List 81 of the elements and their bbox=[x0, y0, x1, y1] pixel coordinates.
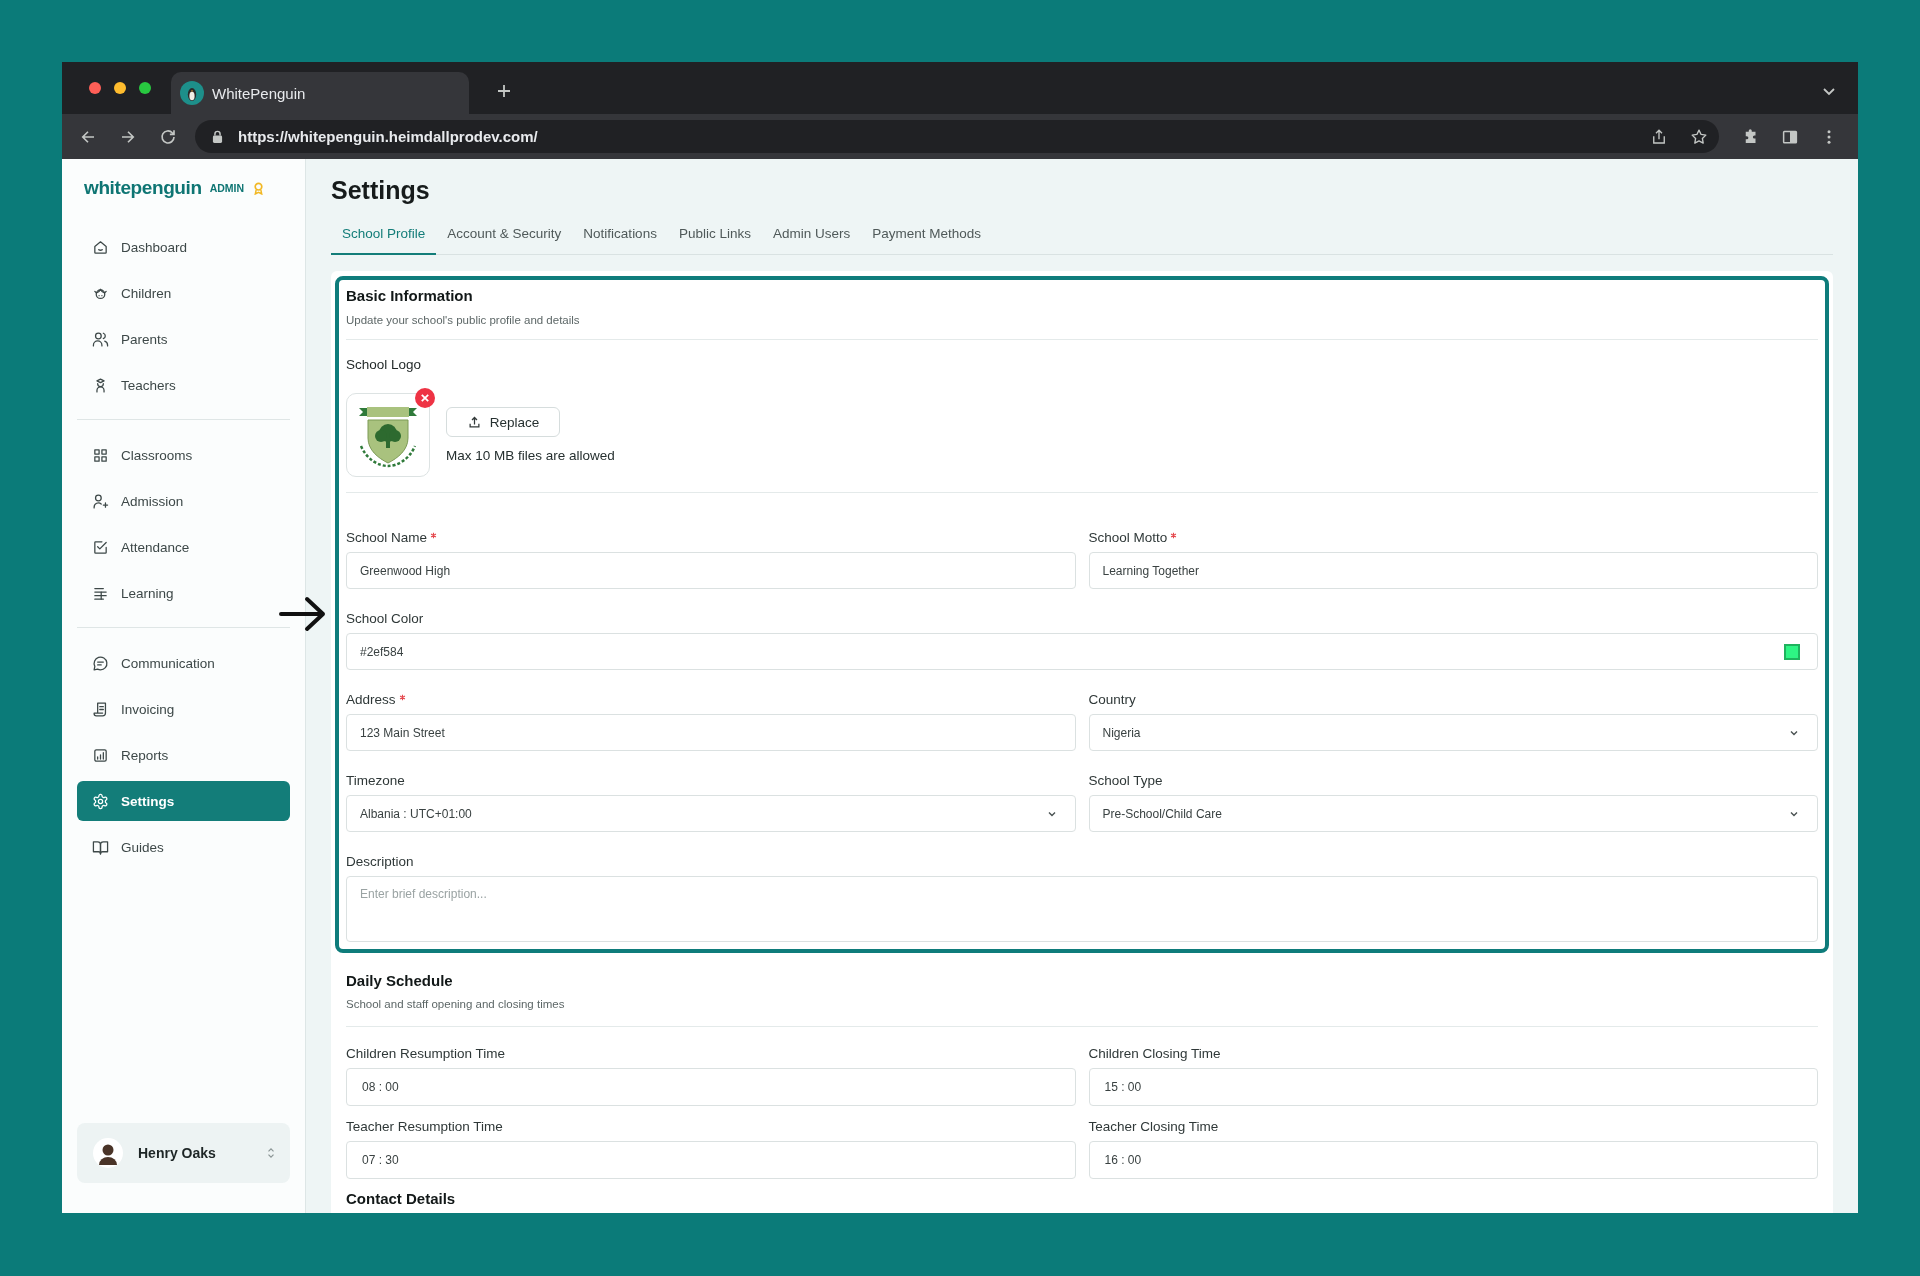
reload-icon[interactable] bbox=[159, 127, 177, 146]
nav-item[interactable]: Invoicing bbox=[77, 689, 290, 729]
field-label: School Color bbox=[346, 610, 424, 628]
text-field[interactable]: Greenwood High bbox=[346, 552, 1076, 589]
text-field[interactable]: Learning Together bbox=[1088, 552, 1818, 589]
nav-item[interactable]: Teachers bbox=[77, 365, 290, 405]
avatar-icon bbox=[93, 1138, 123, 1168]
share-icon[interactable] bbox=[1650, 127, 1668, 146]
time-field[interactable]: 07 : 30 bbox=[346, 1141, 1076, 1179]
tab[interactable]: Payment Methods bbox=[861, 215, 993, 255]
section-title: Daily Schedule bbox=[346, 971, 454, 991]
book-icon bbox=[92, 838, 109, 856]
bar-chart-icon bbox=[92, 746, 109, 764]
field-label: Teacher Closing Time bbox=[1088, 1118, 1219, 1136]
field-label: Children Closing Time bbox=[1088, 1045, 1221, 1063]
home-icon bbox=[92, 238, 109, 256]
upload-hint: Max 10 MB files are allowed bbox=[446, 447, 615, 465]
close-icon[interactable] bbox=[415, 388, 435, 408]
field-label: School Motto bbox=[1088, 529, 1168, 547]
award-icon bbox=[253, 181, 265, 195]
lock-icon bbox=[212, 130, 223, 143]
time-field[interactable]: 16 : 00 bbox=[1088, 1141, 1818, 1179]
nav-item[interactable]: Children bbox=[77, 273, 290, 313]
address-bar[interactable]: https://whitepenguin.heimdallprodev.com/ bbox=[195, 120, 1719, 153]
select-field[interactable]: Albania : UTC+01:00 bbox=[346, 795, 1076, 832]
tab[interactable]: Notifications bbox=[572, 215, 668, 255]
field-label: Description bbox=[346, 853, 414, 871]
color-swatch-icon[interactable] bbox=[1784, 643, 1800, 660]
color-field[interactable]: #2ef584 bbox=[346, 633, 1818, 670]
user-menu[interactable]: Henry Oaks bbox=[77, 1123, 290, 1183]
receipt-icon bbox=[92, 700, 109, 718]
time-field[interactable]: 08 : 00 bbox=[346, 1068, 1076, 1106]
penguin-icon bbox=[180, 81, 204, 105]
field-label: Address bbox=[346, 691, 396, 709]
plus-icon[interactable] bbox=[497, 84, 511, 98]
tab[interactable]: School Profile bbox=[331, 215, 437, 255]
field-label: Timezone bbox=[346, 772, 405, 790]
chat-bubble-icon bbox=[92, 654, 109, 672]
tab[interactable]: Public Links bbox=[667, 215, 762, 255]
tab[interactable]: Account & Security bbox=[436, 215, 573, 255]
window-minimize-icon[interactable] bbox=[114, 82, 126, 94]
brand-logo[interactable]: whitepenguin bbox=[84, 177, 202, 199]
window-close-icon[interactable] bbox=[89, 82, 101, 94]
nav-item[interactable]: Parents bbox=[77, 319, 290, 359]
section-subtitle: Update your school's public profile and details bbox=[346, 313, 581, 328]
users-icon bbox=[92, 330, 109, 348]
browser-tab[interactable]: WhitePenguin bbox=[171, 72, 469, 114]
upload-icon bbox=[466, 414, 482, 430]
check-square-icon bbox=[92, 538, 109, 556]
nav-item[interactable]: Reports bbox=[77, 735, 290, 775]
field-label: School Type bbox=[1088, 772, 1163, 790]
tab[interactable]: Admin Users bbox=[761, 215, 862, 255]
user-plus-icon bbox=[92, 492, 109, 510]
admin-label: ADMIN bbox=[209, 182, 245, 194]
nav-item[interactable]: Dashboard bbox=[77, 227, 290, 267]
select-field[interactable]: Nigeria bbox=[1088, 714, 1818, 751]
nav-item[interactable]: Guides bbox=[77, 827, 290, 867]
nav-item[interactable]: Classrooms bbox=[77, 435, 290, 475]
replace-button[interactable]: Replace bbox=[446, 407, 560, 437]
settings-icon bbox=[92, 792, 109, 810]
field-label: Country bbox=[1088, 691, 1136, 709]
section-title: Basic Information bbox=[346, 286, 474, 306]
field-label: Teacher Resumption Time bbox=[346, 1118, 503, 1136]
nav-item[interactable]: Learning bbox=[77, 573, 290, 613]
field-label: School Logo bbox=[346, 356, 423, 374]
nav-item[interactable]: Settings bbox=[77, 781, 290, 821]
window-maximize-icon[interactable] bbox=[139, 82, 151, 94]
page-title: Settings bbox=[331, 175, 431, 205]
grid-icon bbox=[92, 446, 109, 464]
bookmark-star-icon[interactable] bbox=[1690, 127, 1708, 146]
nav-item[interactable]: Attendance bbox=[77, 527, 290, 567]
field-label: Children Resumption Time bbox=[346, 1045, 506, 1063]
section-subtitle: School and staff opening and closing times bbox=[346, 997, 566, 1012]
nav-item[interactable]: Communication bbox=[77, 643, 290, 683]
chevron-up-down-icon bbox=[266, 1146, 276, 1160]
nav-item[interactable]: Admission bbox=[77, 481, 290, 521]
field-label: School Name bbox=[346, 529, 428, 547]
section-title: Contact Details bbox=[346, 1189, 457, 1209]
select-field[interactable]: Pre-School/Child Care bbox=[1088, 795, 1818, 832]
time-field[interactable]: 15 : 00 bbox=[1088, 1068, 1818, 1106]
text-field[interactable]: 123 Main Street bbox=[346, 714, 1076, 751]
